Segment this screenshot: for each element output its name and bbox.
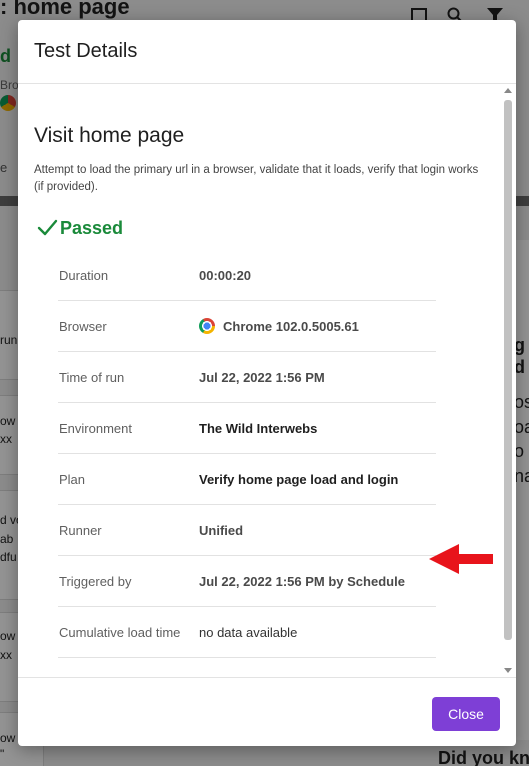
detail-row-duration: Duration 00:00:20 <box>58 250 436 301</box>
detail-label: Time of run <box>59 369 125 385</box>
detail-value: no data available <box>199 624 298 640</box>
detail-row-environment: Environment The Wild Interwebs <box>58 403 436 454</box>
modal-body: Visit home page Attempt to load the prim… <box>18 84 516 677</box>
detail-label: Triggered by <box>59 573 132 589</box>
scrollbar-thumb[interactable] <box>504 100 512 640</box>
detail-value: Chrome 102.0.5005.61 <box>223 318 359 334</box>
test-description: Attempt to load the primary url in a bro… <box>34 164 479 193</box>
detail-value-browser: Chrome 102.0.5005.61 <box>199 301 359 351</box>
status-label: Passed <box>60 217 124 238</box>
detail-row-browser: Browser Chrome 102.0.5005.61 <box>58 301 436 352</box>
detail-value: The Wild Interwebs <box>199 420 318 436</box>
detail-row-runner: Runner Unified <box>58 505 436 556</box>
detail-label: Accessibility violations <box>59 658 188 677</box>
detail-label: Cumulative load time <box>59 624 181 640</box>
detail-value: Jul 22, 2022 1:56 PM by Schedule <box>199 573 405 589</box>
detail-row-cumulative-load-time: Cumulative load time no data available <box>58 607 436 658</box>
modal-scrollbar[interactable] <box>502 88 514 673</box>
close-button[interactable]: Close <box>432 697 500 731</box>
detail-label: Browser <box>59 318 107 334</box>
detail-label: Duration <box>59 267 109 283</box>
detail-label: Environment <box>59 420 132 436</box>
test-status: Passed <box>36 216 123 240</box>
detail-label: Runner <box>59 522 102 538</box>
modal-title: Test Details <box>34 40 138 62</box>
detail-row-triggered-by: Triggered by Jul 22, 2022 1:56 PM by Sch… <box>58 556 436 607</box>
modal-footer: Close <box>18 677 516 746</box>
scroll-down-arrow-icon[interactable] <box>504 668 512 673</box>
test-name: Visit home page <box>34 124 185 147</box>
detail-row-time-of-run: Time of run Jul 22, 2022 1:56 PM <box>58 352 436 403</box>
scroll-up-arrow-icon[interactable] <box>504 88 512 93</box>
detail-label: Plan <box>59 471 86 487</box>
detail-value: Jul 22, 2022 1:56 PM <box>199 369 325 385</box>
detail-row-accessibility-violations: Accessibility violations 0 <box>58 658 436 677</box>
detail-value: 0 <box>199 658 206 677</box>
detail-value: Verify home page load and login <box>199 471 399 487</box>
detail-row-plan: Plan Verify home page load and login <box>58 454 436 505</box>
red-arrow-icon <box>429 544 493 574</box>
detail-value: Unified <box>199 522 244 538</box>
chrome-icon <box>199 318 215 334</box>
modal-header: Test Details <box>18 20 516 84</box>
check-icon <box>37 219 58 236</box>
detail-value: 00:00:20 <box>199 267 252 283</box>
test-details-modal: Test Details Visit home page Attempt to … <box>18 20 516 746</box>
